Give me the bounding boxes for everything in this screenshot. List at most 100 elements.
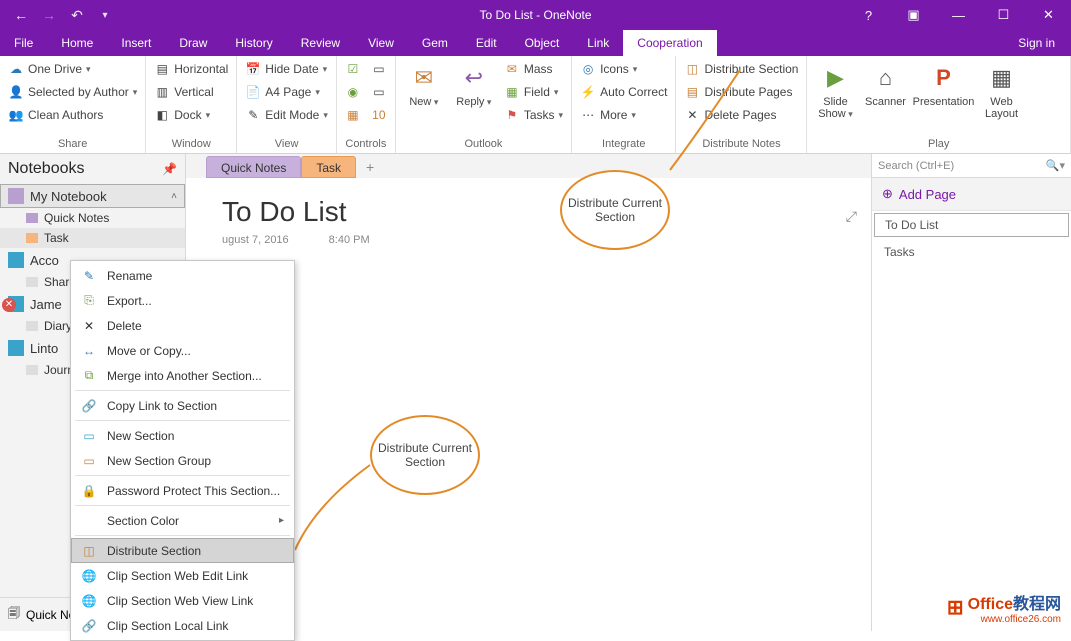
ribbon: ☁One Drive 👤Selected by Author 👥Clean Au… bbox=[0, 56, 1071, 154]
tab-edit[interactable]: Edit bbox=[462, 30, 511, 56]
web-icon: 🌐 bbox=[81, 568, 97, 584]
field-icon: ▦ bbox=[504, 84, 520, 100]
cm-password[interactable]: 🔒Password Protect This Section... bbox=[71, 478, 294, 503]
group-window-label: Window bbox=[150, 136, 232, 153]
new-section-icon: ▭ bbox=[81, 428, 97, 444]
control-3[interactable]: ▦ bbox=[341, 104, 365, 126]
tab-review[interactable]: Review bbox=[287, 30, 354, 56]
lock-icon: 🔒 bbox=[81, 483, 97, 499]
presentation-button[interactable]: PPresentation bbox=[911, 58, 975, 136]
back-icon[interactable]: ← bbox=[10, 7, 32, 23]
horizontal-icon: ▤ bbox=[154, 61, 170, 77]
context-menu: ✎Rename ⎘Export... ✕Delete ↔Move or Copy… bbox=[70, 260, 295, 641]
cm-rename[interactable]: ✎Rename bbox=[71, 263, 294, 288]
menu-bar: File Home Insert Draw History Review Vie… bbox=[0, 30, 1071, 56]
tab-view[interactable]: View bbox=[354, 30, 408, 56]
callout-ribbon: Distribute Current Section bbox=[560, 170, 670, 250]
cm-clip-web-edit[interactable]: 🌐Clip Section Web Edit Link bbox=[71, 563, 294, 588]
auto-correct-button[interactable]: ⚡Auto Correct bbox=[576, 81, 671, 103]
cm-new-section[interactable]: ▭New Section bbox=[71, 423, 294, 448]
web-layout-button[interactable]: ▦Web Layout bbox=[977, 58, 1025, 136]
control-6[interactable]: 10 bbox=[367, 104, 391, 126]
page-item-todo[interactable]: To Do List bbox=[874, 213, 1069, 237]
slide-show-button[interactable]: ▶Slide Show bbox=[811, 58, 859, 136]
sign-in-link[interactable]: Sign in bbox=[1018, 36, 1071, 50]
field-button[interactable]: ▦Field bbox=[500, 81, 567, 103]
text-icon: ▭ bbox=[371, 84, 387, 100]
cm-move[interactable]: ↔Move or Copy... bbox=[71, 338, 294, 363]
page-title[interactable]: To Do List bbox=[222, 196, 835, 228]
minimize-icon[interactable]: — bbox=[936, 8, 981, 23]
section-task[interactable]: Task bbox=[0, 228, 185, 248]
dropdown-icon: ▭ bbox=[371, 61, 387, 77]
checkbox-icon: ☑ bbox=[345, 61, 361, 77]
hide-date-button[interactable]: 📅Hide Date bbox=[241, 58, 332, 80]
forward-icon[interactable]: → bbox=[38, 7, 60, 23]
pin-icon[interactable]: 📌 bbox=[162, 162, 177, 176]
control-2[interactable]: ◉ bbox=[341, 81, 365, 103]
tab-icon bbox=[26, 277, 38, 287]
undo-icon[interactable]: ↶ bbox=[66, 7, 88, 24]
cm-copy-link[interactable]: 🔗Copy Link to Section bbox=[71, 393, 294, 418]
sync-error-icon[interactable]: ✕ bbox=[2, 298, 16, 312]
section-tab-add[interactable]: + bbox=[356, 156, 384, 178]
scanner-button[interactable]: ⌂Scanner bbox=[861, 58, 909, 136]
tab-link[interactable]: Link bbox=[573, 30, 623, 56]
distribute-section-button[interactable]: ◫Distribute Section bbox=[680, 58, 802, 80]
section-quick-notes[interactable]: Quick Notes bbox=[0, 208, 185, 228]
tab-object[interactable]: Object bbox=[511, 30, 574, 56]
tasks-button[interactable]: ⚑Tasks bbox=[500, 104, 567, 126]
tab-file[interactable]: File bbox=[0, 30, 47, 56]
customize-qat-icon[interactable]: ▾ bbox=[94, 10, 116, 21]
reply-button[interactable]: ↩Reply bbox=[450, 58, 498, 136]
cm-section-color[interactable]: Section Color▸ bbox=[71, 508, 294, 533]
notebook-current[interactable]: My Notebook ˄ bbox=[0, 184, 185, 208]
cm-delete[interactable]: ✕Delete bbox=[71, 313, 294, 338]
fullscreen-icon[interactable]: ⤢ bbox=[846, 208, 857, 225]
tab-icon bbox=[26, 233, 38, 243]
cm-clip-local[interactable]: 🔗Clip Section Local Link bbox=[71, 613, 294, 638]
add-page-button[interactable]: ⊕Add Page bbox=[872, 178, 1071, 211]
control-4[interactable]: ▭ bbox=[367, 58, 391, 80]
section-tab-quick-notes[interactable]: Quick Notes bbox=[206, 156, 301, 178]
close-icon[interactable]: ✕ bbox=[1026, 7, 1071, 23]
help-icon[interactable]: ? bbox=[846, 8, 891, 23]
control-5[interactable]: ▭ bbox=[367, 81, 391, 103]
selected-by-author-button[interactable]: 👤Selected by Author bbox=[4, 81, 141, 103]
icons-button[interactable]: ◎Icons bbox=[576, 58, 671, 80]
horizontal-button[interactable]: ▤Horizontal bbox=[150, 58, 232, 80]
office-logo-icon: ⊞ bbox=[947, 595, 964, 620]
tab-history[interactable]: History bbox=[221, 30, 286, 56]
vertical-button[interactable]: ▥Vertical bbox=[150, 81, 232, 103]
tab-gem[interactable]: Gem bbox=[408, 30, 462, 56]
maximize-icon[interactable]: ☐ bbox=[981, 7, 1026, 23]
num-icon: 10 bbox=[371, 107, 387, 123]
ribbon-display-icon[interactable]: ▣ bbox=[891, 7, 936, 23]
cm-clip-web-view[interactable]: 🌐Clip Section Web View Link bbox=[71, 588, 294, 613]
section-tab-task[interactable]: Task bbox=[301, 156, 356, 178]
tab-draw[interactable]: Draw bbox=[165, 30, 221, 56]
vertical-icon: ▥ bbox=[154, 84, 170, 100]
control-1[interactable]: ☑ bbox=[341, 58, 365, 80]
new-mail-button[interactable]: ✉New bbox=[400, 58, 448, 136]
clean-authors-button[interactable]: 👥Clean Authors bbox=[4, 104, 141, 126]
cm-export[interactable]: ⎘Export... bbox=[71, 288, 294, 313]
page-item-tasks[interactable]: Tasks bbox=[872, 239, 1071, 265]
notebooks-header: Notebooks bbox=[8, 160, 85, 178]
dock-button[interactable]: ◧Dock bbox=[150, 104, 232, 126]
one-drive-button[interactable]: ☁One Drive bbox=[4, 58, 141, 80]
search-input[interactable]: Search (Ctrl+E) 🔍▾ bbox=[872, 154, 1071, 178]
cm-merge[interactable]: ⧉Merge into Another Section... bbox=[71, 363, 294, 388]
edit-mode-button[interactable]: ✎Edit Mode bbox=[241, 104, 332, 126]
tab-insert[interactable]: Insert bbox=[107, 30, 165, 56]
a4-page-button[interactable]: 📄A4 Page bbox=[241, 81, 332, 103]
distribute-pages-button[interactable]: ▤Distribute Pages bbox=[680, 81, 802, 103]
delete-icon: ✕ bbox=[81, 318, 97, 334]
author-icon: 👤 bbox=[8, 84, 24, 100]
mass-button[interactable]: ✉Mass bbox=[500, 58, 567, 80]
tab-cooperation[interactable]: Cooperation bbox=[623, 30, 716, 56]
tab-home[interactable]: Home bbox=[47, 30, 107, 56]
cm-new-section-group[interactable]: ▭New Section Group bbox=[71, 448, 294, 473]
group-share-label: Share bbox=[4, 136, 141, 153]
cm-distribute-section[interactable]: ◫Distribute Section bbox=[71, 538, 294, 563]
